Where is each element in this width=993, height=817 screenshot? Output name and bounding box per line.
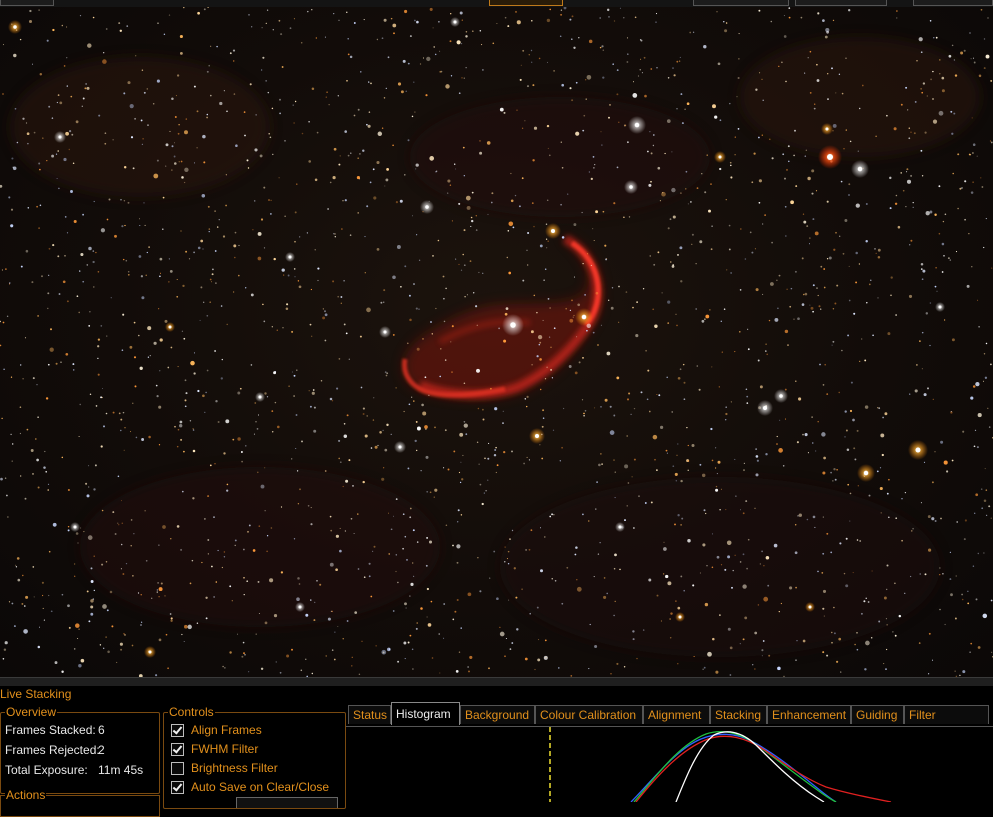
tab-colour-calibration[interactable]: Colour Calibration [535, 705, 643, 724]
total-exposure-label: Total Exposure: [5, 763, 88, 777]
frames-rejected-row: Frames Rejected: 2 [5, 743, 105, 757]
align-frames-label: Align Frames [191, 723, 262, 737]
tab-guiding[interactable]: Guiding [851, 705, 904, 724]
frames-stacked-label: Frames Stacked: [5, 723, 96, 737]
histogram-blue-curve [630, 733, 837, 802]
frames-rejected-label: Frames Rejected: [5, 743, 100, 757]
tab-stacking[interactable]: Stacking [710, 705, 767, 724]
tab-filter-fwhm[interactable]: Filter (FWHM) [904, 705, 989, 741]
live-stacking-panel: Live Stacking Overview Frames Stacked: 6… [0, 686, 993, 817]
overview-group: Overview Frames Stacked: 6 Frames Reject… [0, 705, 160, 794]
actions-title: Actions [5, 788, 47, 802]
toolbar-field[interactable] [913, 0, 993, 6]
auto-save-label: Auto Save on Clear/Close [191, 780, 330, 794]
action-button[interactable] [236, 797, 338, 808]
actions-group: Actions [0, 788, 160, 817]
tab-background[interactable]: Background [460, 705, 535, 724]
checkbox-box[interactable] [171, 762, 184, 775]
frames-stacked-row: Frames Stacked: 6 [5, 723, 105, 737]
toolbar-dropdown[interactable] [693, 0, 789, 6]
checkbox-box[interactable] [171, 781, 184, 794]
checkbox-box[interactable] [171, 724, 184, 737]
panel-title: Live Stacking [0, 687, 72, 701]
frames-stacked-value: 6 [98, 723, 105, 737]
checkbox-box[interactable] [171, 743, 184, 756]
histogram-plot[interactable] [346, 726, 993, 802]
controls-title: Controls [168, 705, 215, 719]
toolbar-button[interactable] [0, 0, 54, 6]
fwhm-filter-label: FWHM Filter [191, 742, 259, 756]
total-exposure-value: 11m 45s [98, 763, 144, 777]
crescent-nebula [401, 234, 602, 399]
toolbar-button-active[interactable] [489, 0, 563, 6]
tab-enhancement[interactable]: Enhancement [767, 705, 851, 724]
star-field-image [0, 7, 993, 677]
histogram-red-curve [635, 735, 892, 802]
stacked-image-view[interactable] [0, 7, 993, 677]
total-exposure-row: Total Exposure: 11m 45s [5, 763, 143, 777]
histogram-green-curve [633, 731, 837, 802]
tab-histogram[interactable]: Histogram [391, 702, 460, 725]
overview-title: Overview [5, 705, 58, 719]
tab-alignment[interactable]: Alignment [643, 705, 710, 724]
tab-status[interactable]: Status [348, 705, 391, 724]
toolbar-dropdown[interactable] [795, 0, 887, 6]
controls-group: Controls Align Frames FWHM Filter Bright… [163, 705, 346, 809]
brightness-filter-label: Brightness Filter [191, 761, 278, 775]
frames-rejected-value: 2 [98, 743, 105, 757]
